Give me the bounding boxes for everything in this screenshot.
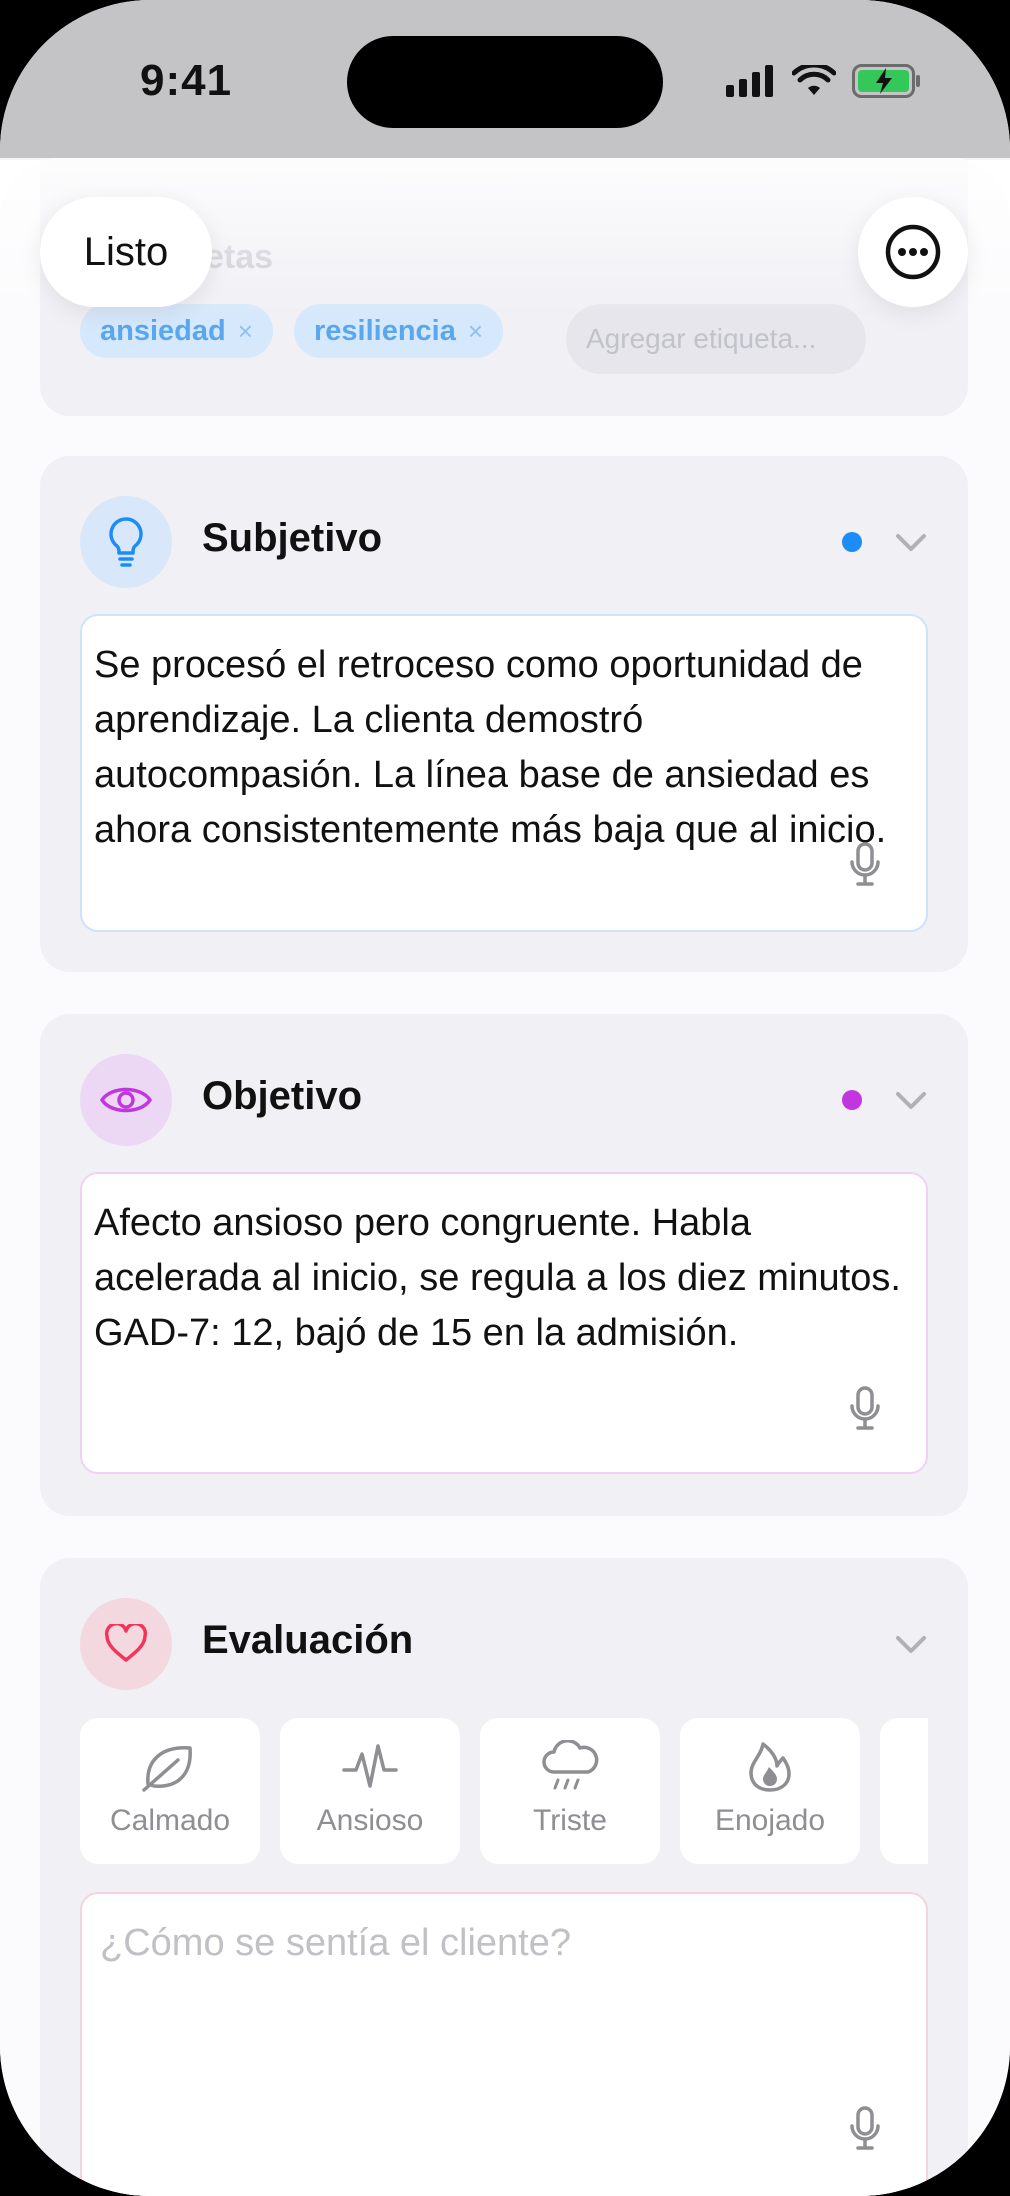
status-dot bbox=[842, 532, 862, 552]
eye-icon bbox=[80, 1054, 172, 1146]
objective-title: Objetivo bbox=[202, 1074, 363, 1118]
note-sheet: Etiquetas ansiedad × resiliencia × Agreg… bbox=[0, 158, 1010, 2196]
leaf-icon bbox=[142, 1746, 192, 1792]
status-icons bbox=[726, 64, 922, 98]
add-tag-input[interactable]: Agregar etiqueta... bbox=[566, 304, 866, 374]
assessment-textarea[interactable]: ¿Cómo se sentía el cliente? bbox=[80, 1892, 928, 2196]
microphone-icon[interactable] bbox=[848, 2106, 882, 2152]
mood-label: Ansioso bbox=[316, 1804, 424, 1837]
status-bar: 9:41 bbox=[0, 0, 1010, 160]
screen: 9:41 ansiedad × resiliencia × Agregar et… bbox=[0, 0, 1010, 2196]
pulse-icon bbox=[342, 1744, 398, 1788]
chevron-down-icon[interactable] bbox=[894, 1080, 928, 1120]
mood-option-triste[interactable]: Triste bbox=[480, 1718, 660, 1864]
assessment-title: Evaluación bbox=[202, 1618, 414, 1662]
tag-chip-resiliencia[interactable]: resiliencia × bbox=[294, 304, 504, 358]
objective-card: Objetivo Afecto ansioso pero congruente.… bbox=[40, 1014, 968, 1516]
remove-tag-icon[interactable]: × bbox=[468, 316, 483, 347]
status-dot bbox=[842, 1090, 862, 1110]
remove-tag-icon[interactable]: × bbox=[238, 316, 253, 347]
mood-option-calmado[interactable]: Calmado bbox=[80, 1718, 260, 1864]
done-button[interactable]: Listo bbox=[40, 197, 212, 307]
assessment-card: Evaluación Calmado Ansioso Triste Enojad… bbox=[40, 1558, 968, 2196]
mood-selector: Calmado Ansioso Triste Enojado bbox=[80, 1718, 928, 1864]
mood-label: Triste bbox=[533, 1804, 607, 1837]
mood-option-more[interactable] bbox=[880, 1718, 928, 1864]
tag-label: resiliencia bbox=[314, 314, 456, 347]
tag-label: ansiedad bbox=[100, 314, 226, 347]
subjective-header[interactable]: Subjetivo bbox=[80, 496, 928, 588]
subjective-title: Subjetivo bbox=[202, 516, 383, 560]
microphone-icon[interactable] bbox=[848, 1386, 882, 1432]
battery-charging-icon bbox=[852, 64, 920, 98]
chevron-down-icon[interactable] bbox=[894, 522, 928, 562]
mood-label: Calmado bbox=[109, 1804, 231, 1837]
microphone-icon[interactable] bbox=[848, 842, 882, 888]
assessment-placeholder: ¿Cómo se sentía el cliente? bbox=[100, 1922, 572, 1964]
lightbulb-icon bbox=[80, 496, 172, 588]
subjective-card: Subjetivo Se procesó el retroceso como o… bbox=[40, 456, 968, 972]
flame-icon bbox=[749, 1742, 791, 1792]
tag-chip-ansiedad[interactable]: ansiedad × bbox=[80, 304, 273, 358]
objective-textarea[interactable]: Afecto ansioso pero congruente. Habla ac… bbox=[80, 1172, 928, 1474]
chevron-down-icon[interactable] bbox=[894, 1624, 928, 1664]
mood-option-enojado[interactable]: Enojado bbox=[680, 1718, 860, 1864]
objective-header[interactable]: Objetivo bbox=[80, 1054, 928, 1146]
cellular-signal-icon bbox=[726, 65, 773, 97]
more-button[interactable] bbox=[858, 197, 968, 307]
status-time: 9:41 bbox=[140, 56, 233, 105]
objective-text: Afecto ansioso pero congruente. Habla ac… bbox=[94, 1202, 901, 1354]
mood-label: Enojado bbox=[714, 1804, 826, 1837]
heart-icon bbox=[80, 1598, 172, 1690]
phone-frame: 9:41 ansiedad × resiliencia × Agregar et… bbox=[0, 0, 1010, 2196]
assessment-header[interactable]: Evaluación bbox=[80, 1598, 928, 1690]
dynamic-island bbox=[347, 36, 663, 128]
ellipsis-circle-icon bbox=[885, 224, 941, 280]
rain-cloud-icon bbox=[542, 1740, 599, 1790]
wifi-icon bbox=[792, 65, 836, 95]
mood-option-ansioso[interactable]: Ansioso bbox=[280, 1718, 460, 1864]
subjective-text: Se procesó el retroceso como oportunidad… bbox=[94, 644, 887, 851]
subjective-textarea[interactable]: Se procesó el retroceso como oportunidad… bbox=[80, 614, 928, 932]
